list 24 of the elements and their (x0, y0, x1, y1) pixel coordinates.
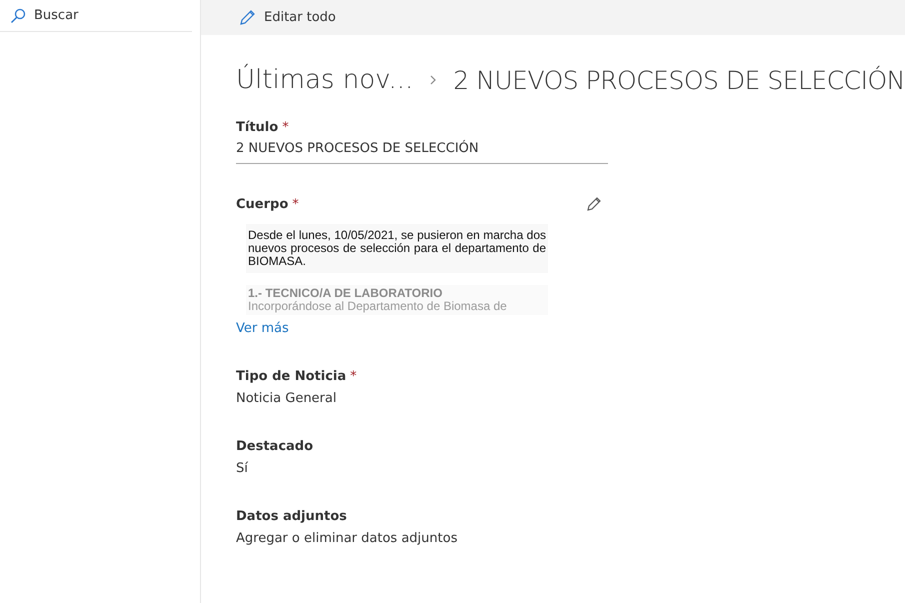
field-value[interactable]: Noticia General (236, 391, 608, 406)
required-mark: * (292, 196, 299, 212)
field-value[interactable]: Agregar o eliminar datos adjuntos (236, 531, 608, 546)
field-label: Destacado (236, 438, 314, 454)
section-heading: 1.- TECNICO/A DE LABORATORIO (248, 287, 444, 300)
breadcrumb-link[interactable]: Últimas nov... (236, 65, 414, 95)
edit-all-button[interactable]: Editar todo (239, 2, 336, 32)
field-label: Cuerpo (236, 196, 288, 212)
pencil-icon (239, 9, 256, 26)
body-paragraph: Desde el lunes, 10/05/2021, se pusieron en marcha dos nuevos procesos de selección para el departamento de BIOMASA. (246, 224, 548, 273)
field-label: Tipo de Noticia (236, 368, 346, 384)
chevron-icon (429, 74, 438, 86)
pencil-icon[interactable] (586, 196, 602, 212)
see-more-link[interactable]: Ver más (236, 321, 608, 336)
page-title: 2 NUEVOS PROCESOS DE SELECCIÓN (453, 66, 905, 94)
required-mark: * (282, 120, 289, 134)
field-label: Título (236, 120, 278, 134)
field-label: Datos adjuntos (236, 508, 347, 524)
faded-paragraph: Incorporándose al Departamento de Biomasa de (248, 300, 508, 313)
title-input[interactable]: 2 NUEVOS PROCESOS DE SELECCIÓN (236, 137, 608, 164)
search-icon (10, 8, 26, 24)
required-mark: * (350, 368, 357, 384)
search-field[interactable]: Buscar (34, 8, 174, 23)
field-value[interactable]: Sí (236, 461, 608, 476)
